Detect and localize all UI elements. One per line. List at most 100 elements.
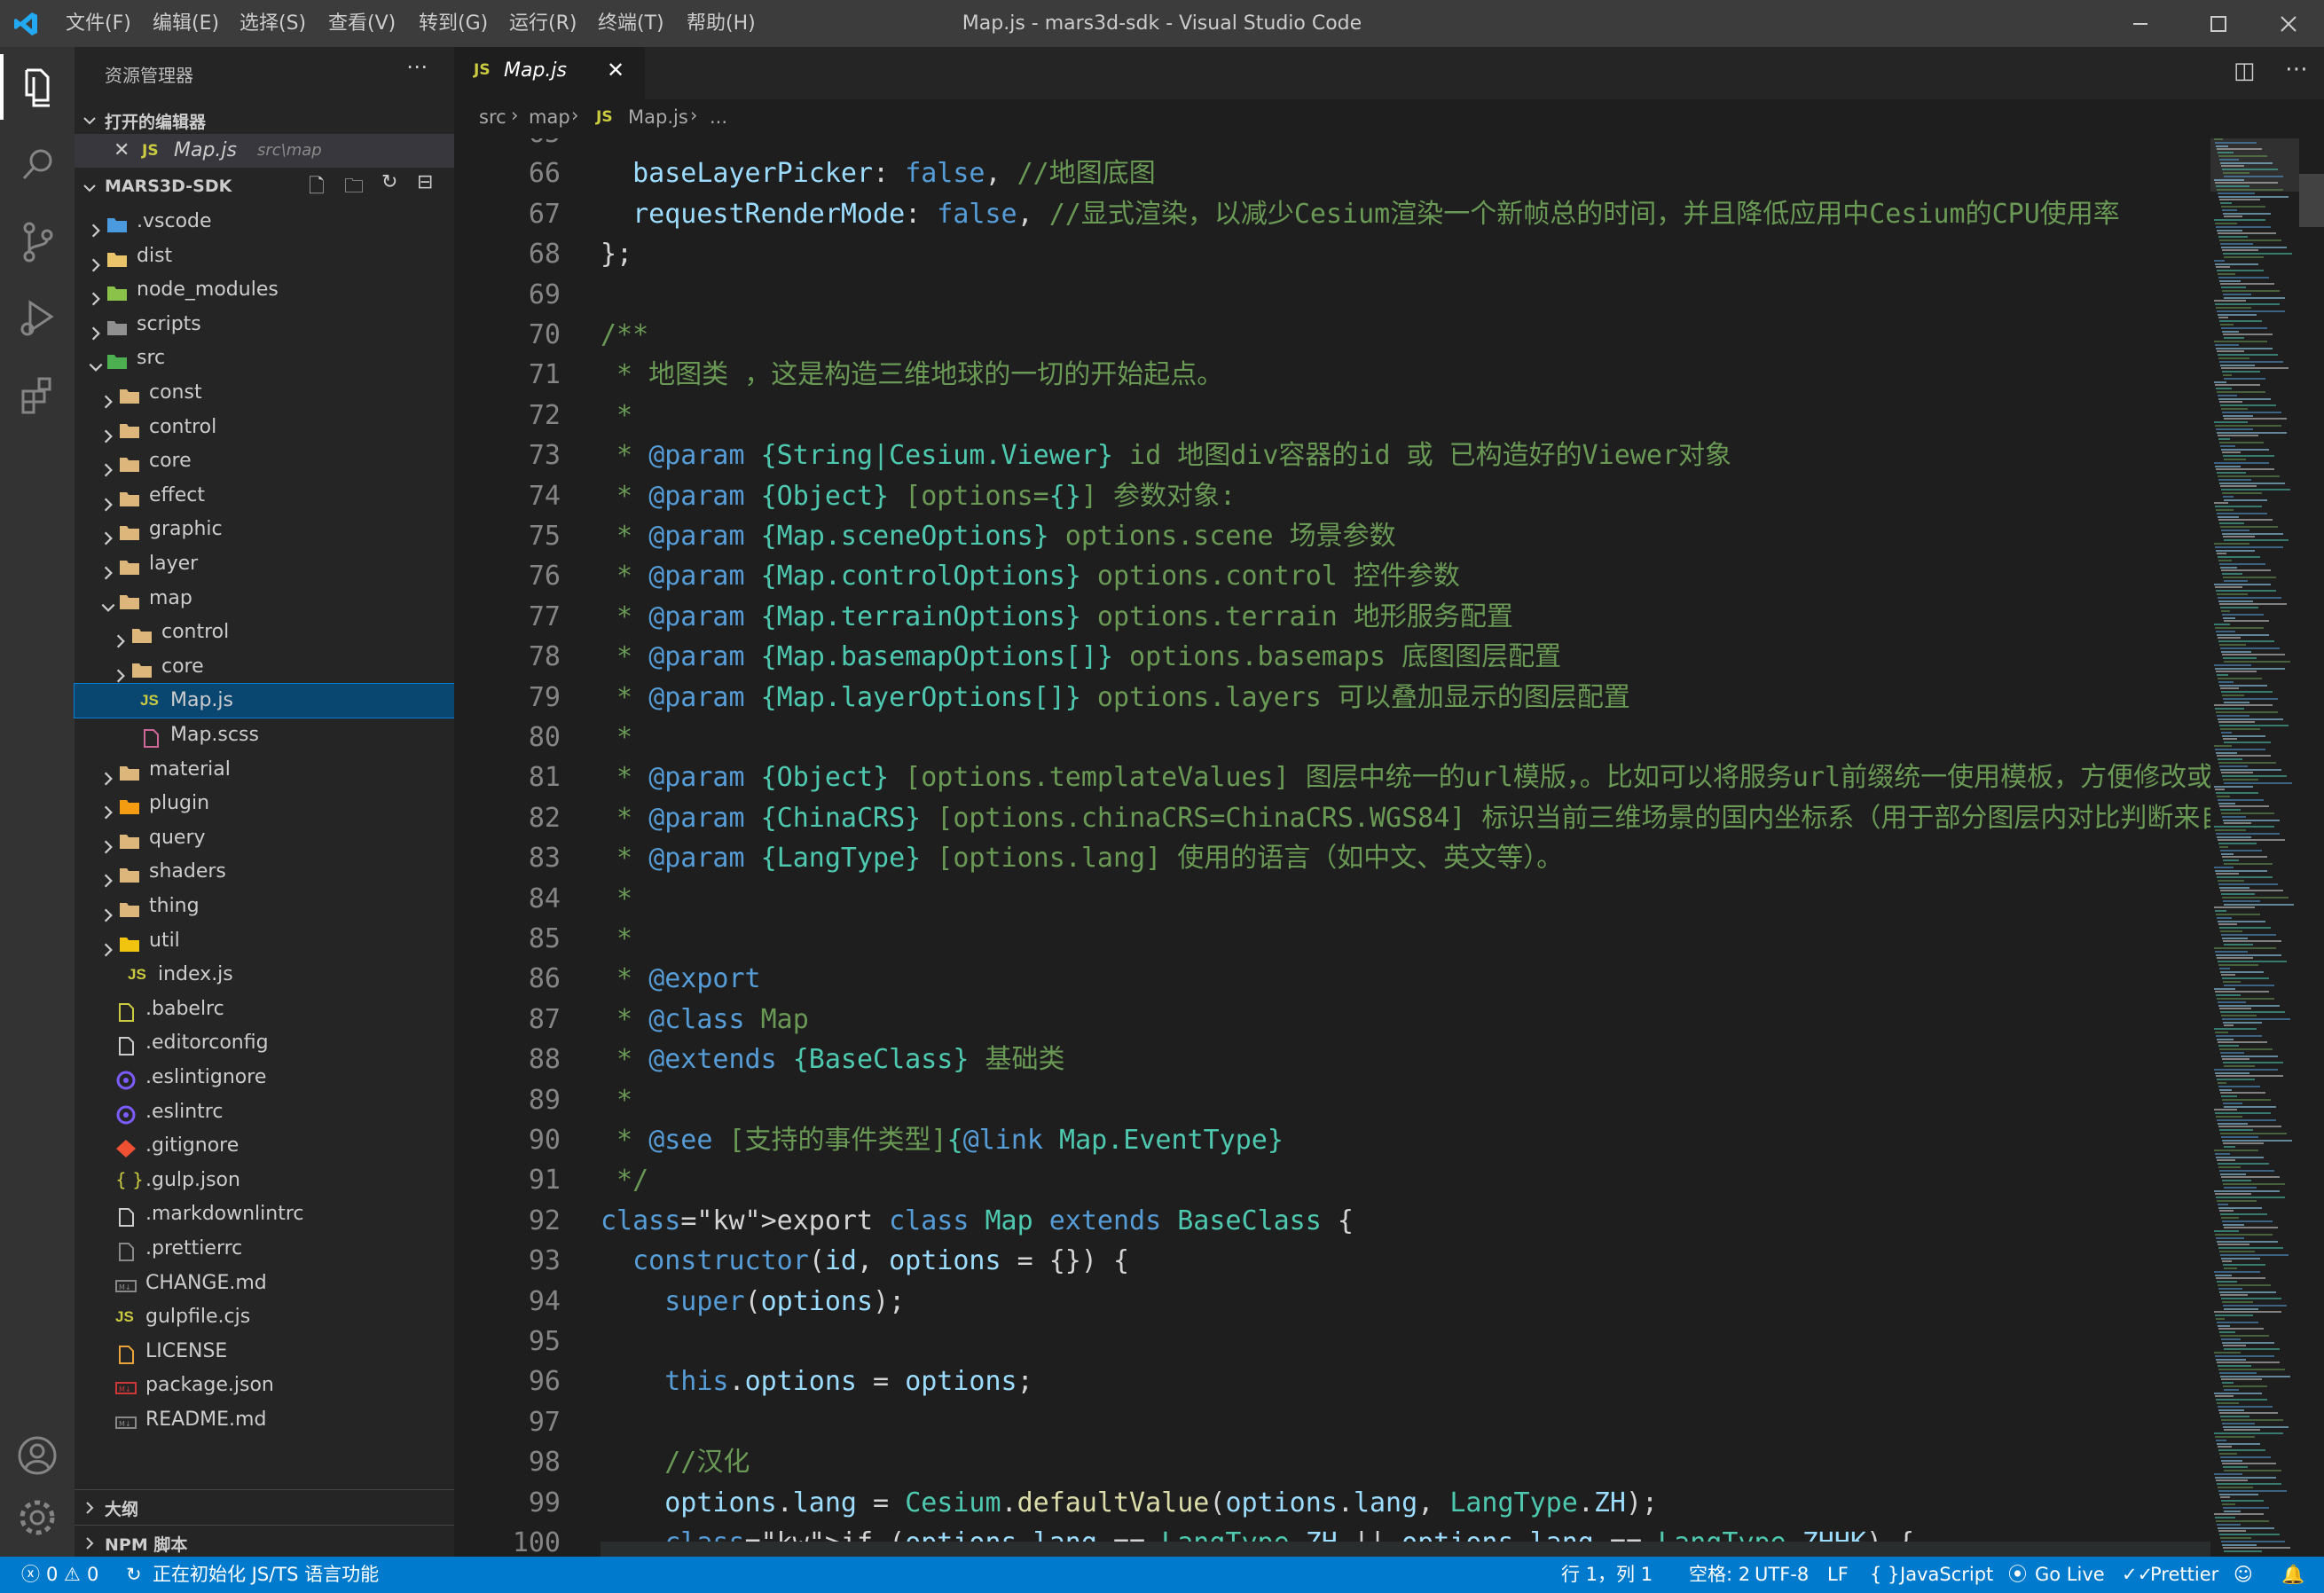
tree-item-label: README.md — [145, 1409, 267, 1431]
code-editor[interactable]: 65 66 baseLayerPicker: false, //地图底图 67 re… — [454, 138, 2210, 1557]
project-section[interactable]: MARS3D-SDK 🗋 🗀 ↻ ⊟ — [75, 171, 454, 205]
warning-count[interactable]: 0 — [87, 1557, 98, 1593]
menu-run[interactable]: 运行(R) — [509, 0, 577, 47]
tree-file[interactable]: JS gulpfile.cjs — [75, 1300, 454, 1334]
menu-file[interactable]: 文件(F) — [66, 0, 131, 47]
tree-folder[interactable]: src — [75, 341, 454, 375]
breadcrumb-map[interactable]: map — [529, 106, 570, 128]
prettier-button[interactable]: Prettier — [2150, 1557, 2218, 1593]
run-debug-icon[interactable] — [0, 281, 75, 356]
source-control-icon[interactable] — [0, 205, 75, 279]
breadcrumb-src[interactable]: src — [479, 106, 506, 128]
vertical-scrollbar[interactable] — [2299, 138, 2324, 1557]
menu-edit[interactable]: 编辑(E) — [153, 0, 219, 47]
tree-folder[interactable]: graphic — [75, 513, 454, 546]
indentation[interactable]: 空格: 2 — [1689, 1557, 1750, 1593]
menu-terminal[interactable]: 终端(T) — [598, 0, 664, 47]
tree-folder[interactable]: plugin — [75, 787, 454, 820]
tree-file[interactable]: .gitignore — [75, 1129, 454, 1163]
tree-folder[interactable]: util — [75, 924, 454, 958]
folder-icon — [119, 383, 140, 404]
more-actions-icon[interactable]: ⋯ — [2285, 56, 2308, 82]
tree-folder[interactable]: query — [75, 821, 454, 855]
tree-folder[interactable]: shaders — [75, 855, 454, 889]
end-of-line[interactable]: LF — [1827, 1557, 1849, 1593]
settings-gear-icon[interactable] — [0, 1480, 75, 1555]
tree-file[interactable]: .eslintignore — [75, 1061, 454, 1095]
horizontal-scrollbar[interactable] — [601, 1542, 2210, 1557]
encoding[interactable]: UTF-8 — [1755, 1557, 1809, 1593]
tree-file[interactable]: LICENSE — [75, 1335, 454, 1369]
scrollbar-thumb[interactable] — [2299, 174, 2324, 227]
maximize-button[interactable] — [2182, 0, 2253, 47]
tree-folder[interactable]: node_modules — [75, 273, 454, 307]
go-live-button[interactable]: Go Live — [2035, 1557, 2105, 1593]
tree-file[interactable]: .babelrc — [75, 993, 454, 1026]
minimap[interactable] — [2210, 138, 2299, 1557]
tree-file[interactable]: JS index.js — [75, 958, 454, 992]
tree-folder[interactable]: dist — [75, 239, 454, 273]
menu-selection[interactable]: 选择(S) — [239, 0, 306, 47]
tree-folder[interactable]: control — [75, 411, 454, 444]
open-editor-path: src\map — [257, 141, 322, 160]
menu-go[interactable]: 转到(G) — [419, 0, 488, 47]
tree-folder[interactable]: control — [75, 616, 454, 649]
explorer-icon[interactable] — [0, 51, 75, 125]
tab-map-js[interactable]: JS Map.js ✕ — [454, 47, 645, 99]
tree-file[interactable]: JS Map.js — [74, 683, 455, 718]
error-count[interactable]: 0 — [46, 1557, 58, 1593]
minimize-button[interactable] — [2104, 0, 2175, 47]
notifications-bell-icon[interactable]: 🔔 — [2281, 1557, 2304, 1593]
error-icon[interactable]: ⓧ — [21, 1557, 40, 1593]
feedback-icon[interactable]: ☺ — [2234, 1557, 2253, 1593]
split-editor-icon[interactable]: ◫ — [2234, 58, 2256, 84]
tree-item-label: .gulp.json — [145, 1169, 240, 1191]
vscode-icon — [106, 212, 128, 232]
close-window-button[interactable] — [2253, 0, 2324, 47]
tree-file[interactable]: M↓ README.md — [75, 1403, 454, 1437]
warning-icon[interactable]: ⚠ — [64, 1557, 81, 1593]
tree-file[interactable]: M↓ CHANGE.md — [75, 1267, 454, 1300]
extensions-icon[interactable] — [0, 357, 75, 432]
close-icon[interactable]: ✕ — [114, 134, 130, 168]
tree-folder[interactable]: scripts — [75, 308, 454, 341]
tree-folder[interactable]: .vscode — [75, 205, 454, 239]
cursor-position[interactable]: 行 1，列 1 — [1561, 1557, 1653, 1593]
breadcrumb-more[interactable]: ... — [710, 106, 727, 128]
tree-file[interactable]: .editorconfig — [75, 1026, 454, 1060]
tree-folder[interactable]: const — [75, 376, 454, 410]
collapse-all-icon[interactable]: ⊟ — [417, 171, 433, 193]
tree-file[interactable]: .markdownlintrc — [75, 1197, 454, 1231]
tree-file[interactable]: M↓ package.json — [75, 1369, 454, 1402]
refresh-icon[interactable]: ↻ — [381, 171, 397, 193]
tree-folder[interactable]: layer — [75, 547, 454, 581]
close-tab-icon[interactable]: ✕ — [607, 58, 624, 82]
search-icon[interactable] — [0, 129, 75, 203]
more-actions-icon[interactable]: ⋯ — [406, 54, 428, 79]
tree-folder[interactable]: thing — [75, 890, 454, 923]
line-number: 81 — [528, 762, 561, 794]
open-editors-section[interactable]: 打开的编辑器 — [75, 104, 454, 137]
npm-scripts-label: NPM 脚本 — [105, 1535, 188, 1555]
tree-file[interactable]: .eslintrc — [75, 1095, 454, 1129]
breadcrumb-file[interactable]: Map.js — [628, 106, 688, 128]
tree-folder[interactable]: effect — [75, 479, 454, 513]
line-number: 90 — [528, 1125, 561, 1156]
tree-file[interactable]: Map.scss — [75, 718, 454, 752]
tree-folder[interactable]: core — [75, 444, 454, 478]
npm-scripts-section[interactable]: NPM 脚本 — [75, 1526, 454, 1560]
task-status[interactable]: 正在初始化 JS/TS 语言功能 — [153, 1557, 379, 1593]
tree-file[interactable]: { } .gulp.json — [75, 1164, 454, 1197]
outline-section[interactable]: 大纲 — [75, 1491, 454, 1525]
tree-folder[interactable]: core — [75, 650, 454, 684]
menu-view[interactable]: 查看(V) — [328, 0, 396, 47]
new-folder-icon[interactable]: 🗀 — [344, 171, 364, 205]
tree-folder[interactable]: material — [75, 753, 454, 787]
new-file-icon[interactable]: 🗋 — [309, 171, 325, 205]
open-editor-item[interactable]: ✕ JS Map.js src\map — [75, 134, 454, 168]
tree-file[interactable]: .prettierrc — [75, 1232, 454, 1266]
language-mode[interactable]: JavaScript — [1900, 1557, 1993, 1593]
menu-help[interactable]: 帮助(H) — [687, 0, 756, 47]
license-icon — [115, 1342, 137, 1364]
tree-folder[interactable]: map — [75, 582, 454, 616]
